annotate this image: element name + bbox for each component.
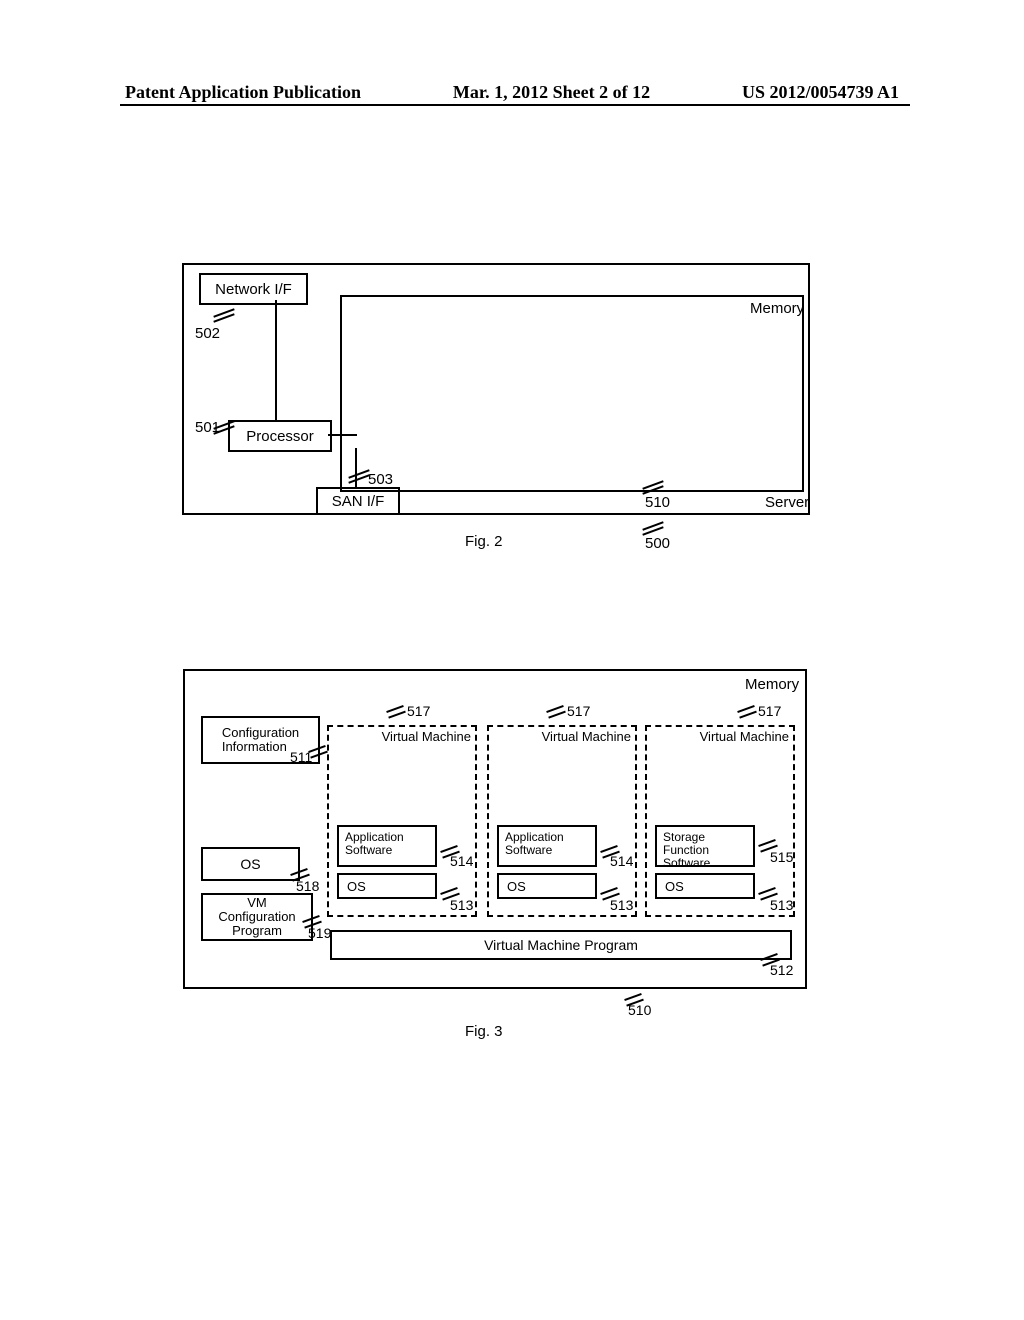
fig3-ref-515: 515 xyxy=(770,849,793,865)
fig2-network-if: Network I/F xyxy=(199,273,308,305)
header-right: US 2012/0054739 A1 xyxy=(742,82,899,103)
fig3-memory-label: Memory xyxy=(745,676,799,693)
fig2-processor: Processor xyxy=(228,420,332,452)
fig3-ref-513-a: 513 xyxy=(450,897,473,913)
fig2-line-proc-san-v xyxy=(355,448,357,488)
fig2-ref-510: 510 xyxy=(645,494,670,511)
fig3-vm3-label: Virtual Machine xyxy=(700,729,789,744)
fig2-ref-500: 500 xyxy=(645,535,670,552)
page-header: Patent Application Publication Mar. 1, 2… xyxy=(0,82,1024,103)
fig2-memory-label: Memory xyxy=(750,300,804,317)
fig3-ref-517-c: 517 xyxy=(758,703,781,719)
fig2-server-label: Server xyxy=(765,494,809,511)
header-rule xyxy=(120,104,910,106)
fig3-ref-517-a: 517 xyxy=(407,703,430,719)
fig3-vm-config-program: VM Configuration Program xyxy=(201,893,313,941)
fig3-ref-519: 519 xyxy=(308,925,331,941)
fig3-ref-514-b: 514 xyxy=(610,853,633,869)
fig3-ref-514-a: 514 xyxy=(450,853,473,869)
fig3-ref-513-c: 513 xyxy=(770,897,793,913)
fig3-ref-517-b: 517 xyxy=(567,703,590,719)
fig2-san-if: SAN I/F xyxy=(316,487,400,515)
fig3-ref-513-b: 513 xyxy=(610,897,633,913)
fig2-line-proc-mem xyxy=(328,434,342,436)
fig2-memory-box xyxy=(340,295,804,492)
fig3-ref-512: 512 xyxy=(770,962,793,978)
fig3-caption: Fig. 3 xyxy=(465,1023,503,1040)
fig3-vm2-label: Virtual Machine xyxy=(542,729,631,744)
header-left: Patent Application Publication xyxy=(125,82,361,103)
fig3-ref-518: 518 xyxy=(296,878,319,894)
fig3-vm3-os: OS xyxy=(655,873,755,899)
fig3-vm1-app: Application Software xyxy=(337,825,437,867)
fig3-vm1-os: OS xyxy=(337,873,437,899)
fig3-vm1-label: Virtual Machine xyxy=(382,729,471,744)
fig2-ref-503: 503 xyxy=(368,471,393,488)
fig2-caption: Fig. 2 xyxy=(465,533,503,550)
fig2-ref-502: 502 xyxy=(195,325,220,342)
fig3-vm3-storage: Storage Function Software xyxy=(655,825,755,867)
header-mid: Mar. 1, 2012 Sheet 2 of 12 xyxy=(453,82,650,103)
fig3-vm2-app: Application Software xyxy=(497,825,597,867)
fig3-vm-program: Virtual Machine Program xyxy=(330,930,792,960)
leader-510b xyxy=(624,993,642,1001)
fig3-os-host: OS xyxy=(201,847,300,881)
fig3-vm2-os: OS xyxy=(497,873,597,899)
fig2-line-proc-net xyxy=(275,300,277,420)
